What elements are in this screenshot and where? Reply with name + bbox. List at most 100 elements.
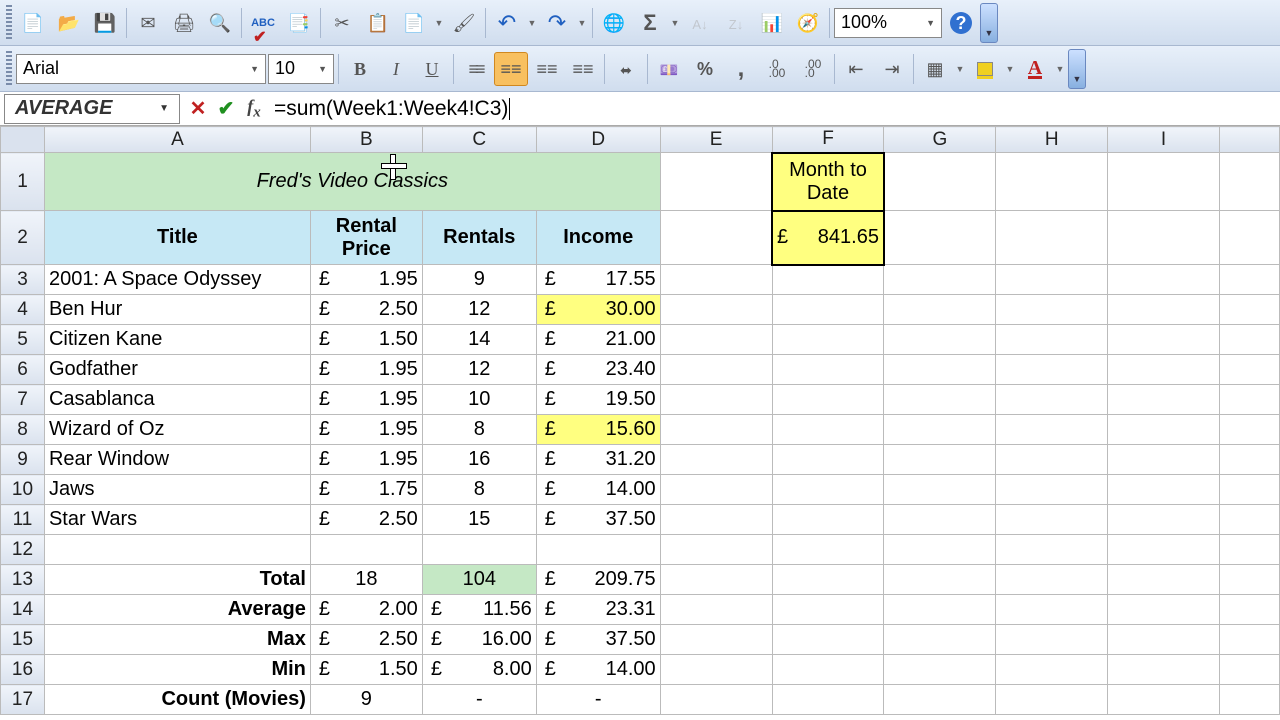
col-header[interactable]: C bbox=[422, 127, 536, 153]
toolbar-overflow[interactable]: ▼ bbox=[980, 3, 998, 43]
help-button[interactable] bbox=[944, 6, 978, 40]
borders-dropdown[interactable]: ▼ bbox=[954, 52, 966, 86]
italic-button[interactable] bbox=[379, 52, 413, 86]
cell[interactable] bbox=[1219, 153, 1279, 211]
row-header[interactable]: 14 bbox=[1, 595, 45, 625]
cell-rentals[interactable]: 12 bbox=[422, 355, 536, 385]
paste-button[interactable] bbox=[397, 6, 431, 40]
summary-val[interactable]: 2.00 bbox=[310, 595, 422, 625]
cell[interactable] bbox=[1108, 385, 1220, 415]
summary-val[interactable]: - bbox=[536, 685, 660, 715]
cell[interactable] bbox=[660, 565, 772, 595]
summary-label[interactable]: Count (Movies) bbox=[44, 685, 310, 715]
header-title[interactable]: Title bbox=[44, 211, 310, 265]
cell[interactable] bbox=[660, 355, 772, 385]
summary-val[interactable]: 14.00 bbox=[536, 655, 660, 685]
autoformat-button[interactable] bbox=[282, 6, 316, 40]
cell-price[interactable]: 2.50 bbox=[310, 295, 422, 325]
cell[interactable] bbox=[884, 295, 996, 325]
cell-rentals[interactable]: 10 bbox=[422, 385, 536, 415]
autosum-dropdown[interactable]: ▼ bbox=[669, 6, 681, 40]
print-button[interactable] bbox=[167, 6, 201, 40]
cell[interactable] bbox=[1108, 595, 1220, 625]
cell-title[interactable]: 2001: A Space Odyssey bbox=[44, 265, 310, 295]
cell[interactable] bbox=[772, 295, 884, 325]
cell[interactable] bbox=[772, 385, 884, 415]
cell[interactable] bbox=[1219, 295, 1279, 325]
cell-price[interactable]: 1.95 bbox=[310, 445, 422, 475]
cell[interactable] bbox=[660, 445, 772, 475]
cell[interactable] bbox=[1219, 505, 1279, 535]
cell[interactable] bbox=[884, 655, 996, 685]
cell[interactable] bbox=[996, 295, 1108, 325]
currency-button[interactable] bbox=[652, 52, 686, 86]
cell[interactable] bbox=[660, 415, 772, 445]
cell-price[interactable]: 1.95 bbox=[310, 385, 422, 415]
row-header[interactable]: 13 bbox=[1, 565, 45, 595]
col-header[interactable]: H bbox=[996, 127, 1108, 153]
summary-val[interactable]: - bbox=[422, 685, 536, 715]
cell[interactable] bbox=[1108, 325, 1220, 355]
cell[interactable] bbox=[660, 625, 772, 655]
row-header[interactable]: 8 bbox=[1, 415, 45, 445]
col-header[interactable]: E bbox=[660, 127, 772, 153]
cell[interactable] bbox=[1108, 415, 1220, 445]
cell[interactable] bbox=[884, 685, 996, 715]
cell[interactable] bbox=[772, 625, 884, 655]
row-header[interactable]: 4 bbox=[1, 295, 45, 325]
cell[interactable] bbox=[1108, 625, 1220, 655]
summary-val[interactable]: 8.00 bbox=[422, 655, 536, 685]
cell[interactable] bbox=[660, 265, 772, 295]
cell-price[interactable]: 2.50 bbox=[310, 505, 422, 535]
cell[interactable] bbox=[884, 475, 996, 505]
row-header[interactable]: 5 bbox=[1, 325, 45, 355]
summary-label[interactable]: Max bbox=[44, 625, 310, 655]
cell[interactable] bbox=[996, 535, 1108, 565]
row-header[interactable]: 3 bbox=[1, 265, 45, 295]
preview-button[interactable] bbox=[203, 6, 237, 40]
cell[interactable] bbox=[660, 211, 772, 265]
percent-button[interactable] bbox=[688, 52, 722, 86]
cell[interactable] bbox=[884, 565, 996, 595]
cell[interactable] bbox=[1219, 211, 1279, 265]
row-header[interactable]: 12 bbox=[1, 535, 45, 565]
formula-input[interactable]: =sum(Week1:Week4!C3) bbox=[268, 97, 1280, 121]
cell[interactable] bbox=[996, 355, 1108, 385]
underline-button[interactable]: U bbox=[415, 52, 449, 86]
cell[interactable] bbox=[772, 445, 884, 475]
select-all-corner[interactable] bbox=[1, 127, 45, 153]
format-painter-button[interactable] bbox=[447, 6, 481, 40]
cell[interactable] bbox=[996, 505, 1108, 535]
new-button[interactable] bbox=[16, 6, 50, 40]
cell-rentals[interactable]: 8 bbox=[422, 415, 536, 445]
thousands-button[interactable] bbox=[724, 52, 758, 86]
row-header[interactable]: 11 bbox=[1, 505, 45, 535]
row-header[interactable]: 6 bbox=[1, 355, 45, 385]
decrease-decimal-button[interactable]: .00.0 bbox=[796, 52, 830, 86]
cell-price[interactable]: 1.75 bbox=[310, 475, 422, 505]
cell[interactable] bbox=[422, 535, 536, 565]
cell[interactable] bbox=[996, 595, 1108, 625]
align-center-button[interactable]: ≡ bbox=[494, 52, 528, 86]
cell-income[interactable]: 17.55 bbox=[536, 265, 660, 295]
copy-button[interactable] bbox=[361, 6, 395, 40]
cell[interactable] bbox=[1108, 655, 1220, 685]
cell[interactable] bbox=[1108, 355, 1220, 385]
cell[interactable] bbox=[1108, 153, 1220, 211]
cell[interactable] bbox=[1219, 265, 1279, 295]
increase-decimal-button[interactable]: .0.00 bbox=[760, 52, 794, 86]
cell-title[interactable]: Star Wars bbox=[44, 505, 310, 535]
font-color-dropdown[interactable]: ▼ bbox=[1054, 52, 1066, 86]
summary-val[interactable]: 209.75 bbox=[536, 565, 660, 595]
cell[interactable] bbox=[660, 153, 772, 211]
autosum-button[interactable] bbox=[633, 6, 667, 40]
cell[interactable] bbox=[772, 685, 884, 715]
sort-desc-button[interactable] bbox=[719, 6, 753, 40]
row-header[interactable]: 7 bbox=[1, 385, 45, 415]
cell[interactable] bbox=[772, 535, 884, 565]
mtd-value-cell[interactable]: 841.65 bbox=[772, 211, 884, 265]
cell[interactable] bbox=[996, 325, 1108, 355]
cell[interactable] bbox=[1219, 325, 1279, 355]
cell[interactable] bbox=[884, 355, 996, 385]
redo-button[interactable] bbox=[540, 6, 574, 40]
